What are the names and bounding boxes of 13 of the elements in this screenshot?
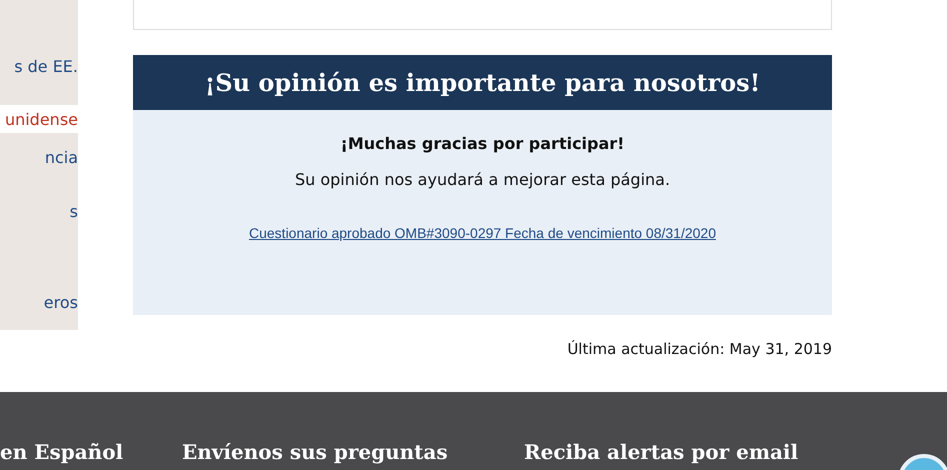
- sidebar-link[interactable]: s de EE.: [0, 0, 78, 76]
- feedback-title: ¡Su opinión es importante para nosotros!: [204, 68, 760, 97]
- survey-link[interactable]: Cuestionario aprobado OMB#3090-0297 Fecha de vencimiento 08/31/2020: [249, 225, 716, 241]
- feedback-message: Su opinión nos ayudará a mejorar esta página.: [294, 170, 670, 189]
- last-updated-text: Última actualización: May 31, 2019: [567, 340, 832, 358]
- footer-heading: Envíenos sus preguntas: [182, 440, 448, 464]
- sidebar-link[interactable]: s: [0, 167, 78, 221]
- sidebar-link[interactable]: unidense: [0, 105, 78, 133]
- thanks-message: ¡Muchas gracias por participar!: [340, 134, 624, 153]
- sidebar-link[interactable]: eros: [0, 221, 78, 312]
- footer-heading: en Español: [0, 440, 124, 464]
- sidebar-link[interactable]: ncia: [0, 133, 78, 167]
- footer-heading: Reciba alertas por email: [524, 440, 798, 464]
